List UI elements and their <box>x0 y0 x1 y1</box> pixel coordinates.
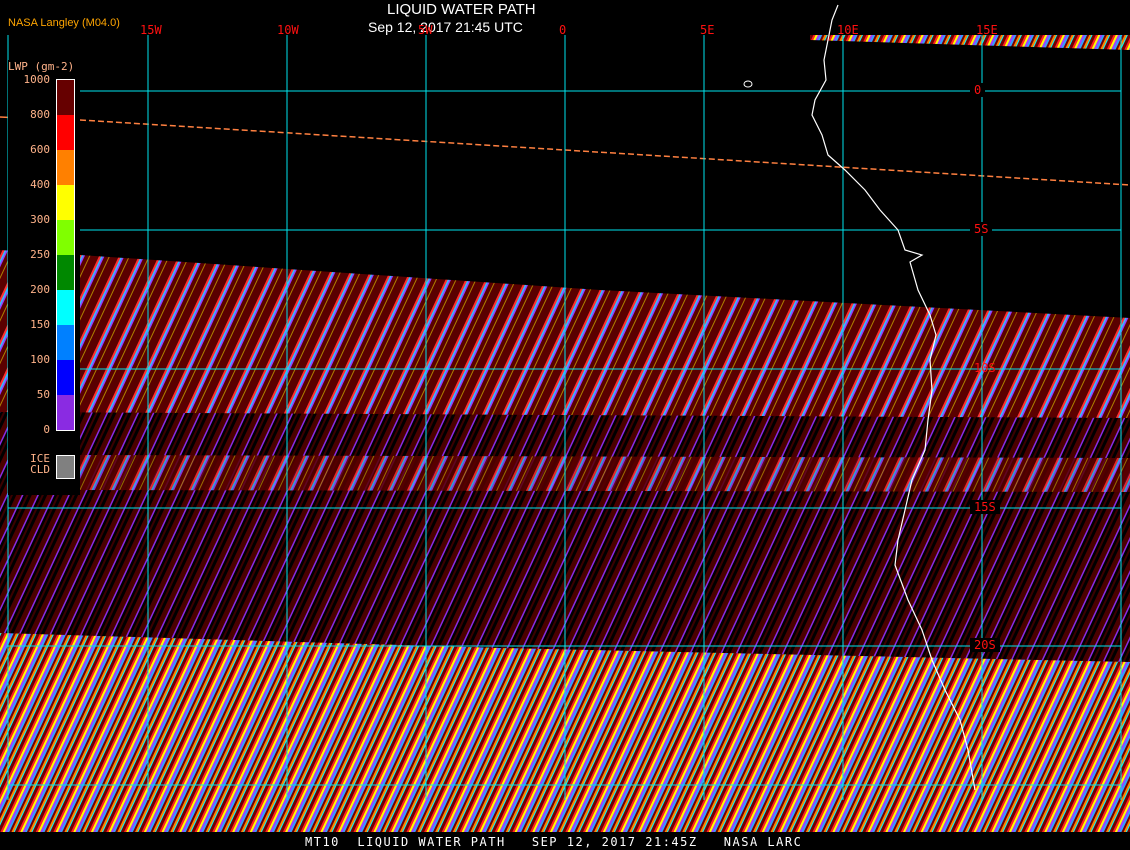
colorbar-segment <box>57 150 74 185</box>
colorbar-tick-label: 300 <box>30 213 50 226</box>
latitude-label: 0 <box>970 83 986 97</box>
island <box>743 80 753 88</box>
colorbar-tick-label: 1000 <box>23 73 51 86</box>
colorbar <box>56 79 75 431</box>
colorbar-tick-label: 0 <box>43 423 50 436</box>
latitude-label: 10S <box>974 361 996 375</box>
colorbar-tick-label: 250 <box>30 248 50 261</box>
colorbar-tick-label: 150 <box>30 318 50 331</box>
swath-edge-line <box>79 119 1130 186</box>
cloud-label: CLD <box>30 463 50 476</box>
colorbar-segment <box>57 185 74 220</box>
longitude-label: 5E <box>700 23 715 37</box>
colorbar-segment <box>57 360 74 395</box>
colorbar-tick-label: 50 <box>36 388 50 401</box>
latitude-label: 5S <box>970 222 993 236</box>
legend-title: LWP (gm-2) <box>8 60 75 73</box>
longitude-label: 15W <box>140 23 162 37</box>
colorbar-tick-label: 200 <box>30 283 50 296</box>
ice-cloud-swatch <box>56 455 75 479</box>
longitude-label: 10W <box>277 23 299 37</box>
colorbar-segment <box>57 290 74 325</box>
footer-caption: MT10 LIQUID WATER PATH SEP 12, 2017 21:4… <box>305 835 803 849</box>
colorbar-tick-label: 800 <box>30 108 50 121</box>
colorbar-segment <box>57 255 74 290</box>
latitude-label: 15S <box>970 500 1000 514</box>
colorbar-tick-label: 600 <box>30 143 50 156</box>
organization-label: NASA Langley (M04.0) <box>8 17 120 29</box>
map-title: LIQUID WATER PATH <box>387 1 536 18</box>
colorbar-segment <box>57 80 74 115</box>
colorbar-segment <box>57 115 74 150</box>
satellite-swath-imagery <box>0 4 1130 850</box>
colorbar-legend: LWP (gm-2) 1000 800 600 400 300 250 200 150 100 5… <box>8 60 80 495</box>
longitude-label: 0 <box>559 23 567 37</box>
colorbar-segment <box>57 220 74 255</box>
colorbar-segment <box>57 395 74 430</box>
longitude-label: 10E <box>837 23 859 37</box>
colorbar-tick-label: 100 <box>30 353 50 366</box>
swath-mid-band <box>80 455 1130 492</box>
swath-top-sliver <box>810 35 1130 50</box>
map-datetime: Sep 12, 2017 21:45 UTC <box>368 19 523 35</box>
colorbar-segment <box>57 325 74 360</box>
colorbar-tick-label: 400 <box>30 178 50 191</box>
longitude-label: 5W <box>418 23 433 37</box>
latitude-label: 20S <box>970 638 1000 652</box>
longitude-label: 15E <box>976 23 998 37</box>
